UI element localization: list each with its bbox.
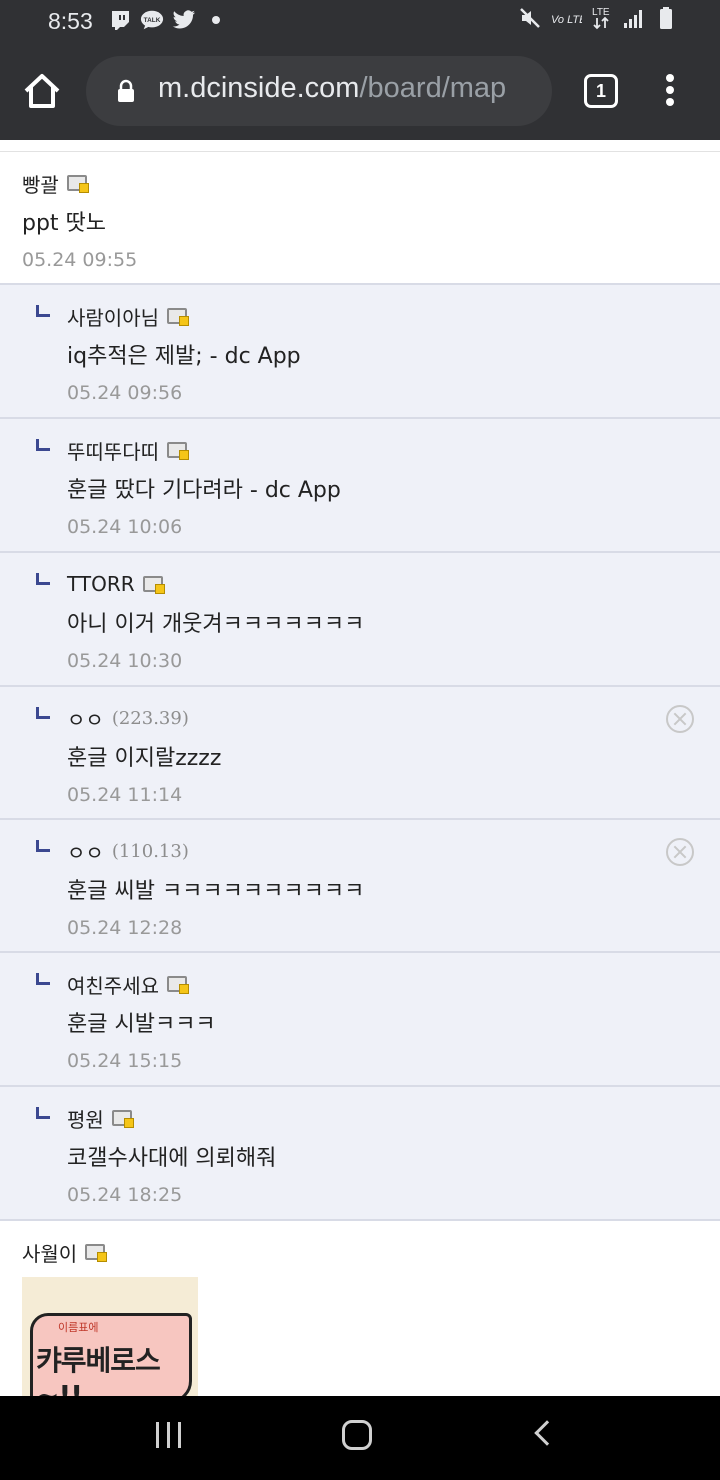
comment-text: 훈글 시발ㅋㅋㅋ (67, 1012, 216, 1037)
comment-text: 훈글 씨발 ㅋㅋㅋㅋㅋㅋㅋㅋㅋㅋ (67, 879, 365, 904)
recent-apps-icon[interactable] (156, 1422, 181, 1448)
comment-date: 05.24 10:30 (67, 650, 183, 672)
reply-arrow-icon (36, 305, 50, 317)
lte-icon: LTE (590, 6, 614, 30)
comment-text: iq추적은 제발; - dc App (67, 344, 301, 369)
reply-arrow-icon (36, 1107, 50, 1119)
volte-label: Vo LTE (551, 14, 582, 26)
gallog-icon[interactable] (167, 442, 189, 460)
comment-date: 05.24 09:55 (22, 249, 138, 271)
comment-ip: (110.13) (111, 840, 189, 862)
comment-text: ppt 땃노 (22, 211, 107, 236)
comment-date: 05.24 11:14 (67, 784, 183, 806)
dccon-text: 캬루베로스~!! (36, 1344, 161, 1396)
mute-icon (518, 6, 542, 30)
reply-comment: ㅇㅇ (110.13) 훈글 씨발 ㅋㅋㅋㅋㅋㅋㅋㅋㅋㅋ 05.24 12:28 (0, 820, 720, 953)
url-path: /board/map (359, 72, 507, 104)
twitter-icon (172, 8, 196, 32)
home-nav-icon[interactable] (342, 1420, 372, 1450)
tab-count: 1 (595, 80, 606, 101)
status-time: 8:53 (48, 8, 93, 34)
kakaotalk-icon: TALK (140, 8, 164, 32)
comment-nick[interactable]: 빵괄 (22, 169, 59, 198)
lock-icon (116, 79, 136, 103)
reply-comment: 평원코갤수사대에 의뢰해줘 05.24 18:25 (0, 1087, 720, 1221)
url-text[interactable]: m.dcinside.com/board/map (158, 72, 506, 105)
comment-nick[interactable]: TTORR (67, 572, 135, 596)
comment-nick[interactable]: ㅇㅇ (67, 704, 104, 733)
comment-date: 05.24 10:06 (67, 516, 183, 538)
status-bar: 8:53 TALK Vo LTE LTE (0, 0, 720, 44)
home-icon[interactable] (20, 72, 64, 112)
reply-comment: TTORR 아니 이거 개웃겨ㅋㅋㅋㅋㅋㅋㅋ 05.24 10:30 (0, 553, 720, 687)
dot-icon (204, 8, 228, 32)
comment-nick[interactable]: 평원 (67, 1104, 104, 1133)
dccon-image: 이름표에 캬루베로스~!! (22, 1277, 198, 1396)
reply-arrow-icon (36, 973, 50, 985)
delete-comment-icon[interactable] (666, 838, 694, 866)
browser-toolbar: m.dcinside.com/board/map 1 (0, 44, 720, 140)
reply-arrow-icon (36, 573, 50, 585)
url-host: m.dcinside.com (158, 72, 360, 104)
comment-item: 사월이 이름표에 캬루베로스~!! (0, 1221, 720, 1396)
comment-ip: (223.39) (111, 707, 189, 729)
reply-comment: ㅇㅇ (223.39) 훈글 이지랄zzzz 05.24 11:14 (0, 687, 720, 820)
comment-date: 05.24 12:28 (67, 917, 183, 939)
comment-date: 05.24 18:25 (67, 1184, 183, 1206)
comment-nick[interactable]: 여친주세요 (67, 970, 159, 999)
comment-date: 05.24 09:56 (67, 382, 183, 404)
comment-text: 훈글 땄다 기다려라 - dc App (67, 478, 341, 503)
navigation-bar (0, 1396, 720, 1480)
comment-text: 아니 이거 개웃겨ㅋㅋㅋㅋㅋㅋㅋ (67, 612, 365, 637)
lte-label: LTE (592, 7, 610, 18)
delete-comment-icon[interactable] (666, 705, 694, 733)
gallog-icon[interactable] (167, 976, 189, 994)
gallog-icon[interactable] (167, 308, 189, 326)
more-menu-icon[interactable] (662, 74, 678, 110)
kakaotalk-label: TALK (144, 17, 161, 24)
reply-comment: 사람이아님 iq추적은 제발; - dc App 05.24 09:56 (0, 285, 720, 419)
reply-comment: 뚜띠뚜다띠훈글 땄다 기다려라 - dc App 05.24 10:06 (0, 419, 720, 553)
comment-text: 코갤수사대에 의뢰해줘 (67, 1146, 277, 1171)
gallog-icon[interactable] (111, 1110, 134, 1128)
comment-nick[interactable]: 사람이아님 (67, 302, 159, 331)
comment-nick[interactable]: ㅇㅇ (67, 837, 104, 866)
gallog-icon[interactable] (66, 175, 89, 193)
url-bar[interactable]: m.dcinside.com/board/map (86, 56, 552, 126)
reply-comment: 여친주세요훈글 시발ㅋㅋㅋ 05.24 15:15 (0, 953, 720, 1087)
tab-switcher-button[interactable]: 1 (584, 74, 618, 108)
reply-arrow-icon (36, 439, 50, 451)
comment-item: 빵괄 ppt 땃노 05.24 09:55 (0, 152, 720, 285)
comment-nick[interactable]: 사월이 (22, 1238, 77, 1267)
gallog-icon[interactable] (142, 576, 165, 594)
comment-date: 05.24 15:15 (67, 1050, 183, 1072)
dccon-small-text: 이름표에 (58, 1321, 99, 1334)
reply-arrow-icon (36, 707, 50, 719)
volte-icon: Vo LTE (550, 6, 582, 30)
twitch-icon (108, 8, 132, 32)
signal-icon (622, 6, 646, 30)
comment-text: 훈글 이지랄zzzz (67, 746, 222, 771)
battery-icon (654, 6, 678, 30)
comment-nick[interactable]: 뚜띠뚜다띠 (67, 436, 159, 465)
gallog-icon[interactable] (85, 1244, 108, 1262)
back-icon[interactable] (534, 1420, 560, 1446)
comment-list: 빵괄 ppt 땃노 05.24 09:55 사람이아님 iq추적은 제발; - dc A… (0, 140, 720, 1396)
reply-arrow-icon (36, 840, 50, 852)
